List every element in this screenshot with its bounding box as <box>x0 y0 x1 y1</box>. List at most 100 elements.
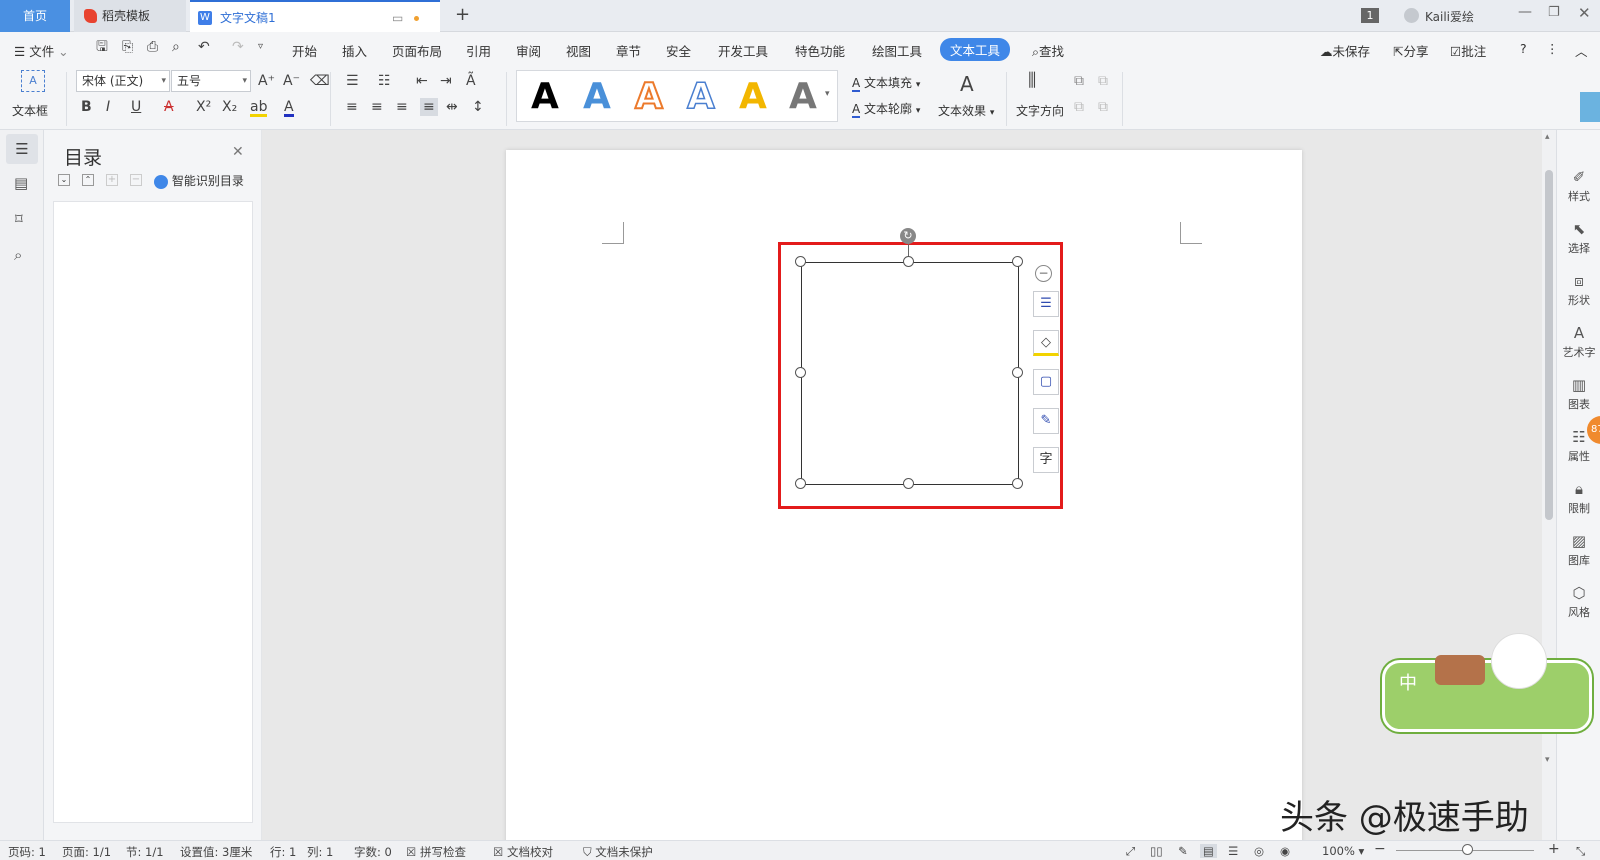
edit-view-icon[interactable]: ✎ <box>1178 844 1188 858</box>
grow-font-icon[interactable]: A⁺ <box>258 74 275 88</box>
menu-item-text-tools[interactable]: 文本工具 <box>940 38 1011 61</box>
save-icon[interactable]: 🖫 <box>96 40 108 54</box>
scroll-up-icon[interactable]: ▴ <box>1545 132 1550 142</box>
align-center-icon[interactable]: ≡ <box>371 100 383 114</box>
rotate-handle-icon[interactable]: ↻ <box>900 228 916 244</box>
status-words[interactable]: 字数: 0 <box>354 844 392 860</box>
text-wrap-char-icon[interactable]: 字 <box>1033 447 1059 473</box>
comment-button[interactable]: ☑批注 <box>1450 41 1486 60</box>
share-button[interactable]: ⇱分享 <box>1393 41 1429 60</box>
add-level-icon[interactable]: + <box>106 174 118 186</box>
superscript-icon[interactable]: X² <box>196 100 211 114</box>
web-view-icon[interactable]: ◎ <box>1254 844 1264 858</box>
menu-item-developer[interactable]: 开发工具 <box>718 41 768 60</box>
collapse-tools-icon[interactable]: − <box>1035 265 1052 282</box>
print-preview-icon[interactable]: ⌕ <box>172 40 180 54</box>
collapse-ribbon-icon[interactable]: ︿ <box>1575 41 1588 60</box>
quick-access-more-icon[interactable]: ▿ <box>258 42 263 52</box>
user-name[interactable]: Kaili爱绘 <box>1425 8 1474 25</box>
zoom-in-icon[interactable]: + <box>1548 841 1560 857</box>
scroll-down-icon[interactable]: ▾ <box>1545 755 1550 765</box>
next-textbox-icon[interactable]: ⧉ <box>1098 100 1108 114</box>
new-tab-button[interactable]: + <box>455 4 470 25</box>
text-direction-icon[interactable]: ⫼ <box>1028 72 1036 90</box>
distribute-icon[interactable]: ⇹ <box>446 100 458 114</box>
text-fill-button[interactable]: A 文本填充 ▾ <box>852 74 920 92</box>
text-effect-icon[interactable]: A <box>960 74 974 94</box>
zoom-slider-thumb[interactable] <box>1462 844 1473 855</box>
format-painter-icon[interactable]: ✎ <box>1033 408 1059 434</box>
style-blue-outline[interactable]: A <box>686 75 715 119</box>
tab-home[interactable]: 首页 <box>0 0 70 32</box>
spell-check-button[interactable]: ☒ 拼写检查 <box>406 844 466 860</box>
menu-item-features[interactable]: 特色功能 <box>795 41 845 60</box>
align-right-icon[interactable]: ≡ <box>396 100 408 114</box>
resize-handle[interactable] <box>795 256 806 267</box>
numbered-list-icon[interactable]: ☷ <box>378 74 391 88</box>
link-textbox-icon[interactable]: ⧉ <box>1074 74 1084 88</box>
undo-icon[interactable]: ↶ <box>198 40 210 54</box>
menu-item-home[interactable]: 开始 <box>292 41 317 60</box>
font-family-select[interactable]: 宋体 (正文) <box>76 70 170 92</box>
outline-nav-icon[interactable]: ▤ <box>14 174 28 192</box>
menu-item-chapter[interactable]: 章节 <box>616 41 641 60</box>
tab-template[interactable]: 稻壳模板 <box>74 0 186 32</box>
menu-item-review[interactable]: 审阅 <box>516 41 541 60</box>
export-icon[interactable]: ⎘ <box>122 40 133 54</box>
resize-handle[interactable] <box>795 478 806 489</box>
right-panel-select[interactable]: ⬉ 选择 <box>1557 220 1600 256</box>
textbox-button-label[interactable]: 文本框 <box>12 102 48 119</box>
fit-icon[interactable]: ⤡ <box>1576 844 1585 859</box>
toc-nav-button[interactable]: ☰ <box>6 134 38 164</box>
help-icon[interactable]: ? <box>1520 41 1527 56</box>
highlight-icon[interactable]: ab <box>250 100 268 117</box>
right-panel-gallery[interactable]: ▨ 图库 <box>1557 532 1600 568</box>
status-setting[interactable]: 设置值: 3厘米 <box>180 844 252 860</box>
align-left-icon[interactable]: ≡ <box>346 100 358 114</box>
decrease-indent-icon[interactable]: ⇤ <box>416 74 428 88</box>
underline-icon[interactable]: U <box>131 100 141 114</box>
text-box[interactable] <box>801 262 1019 485</box>
more-icon[interactable]: ⋮ <box>1546 41 1559 56</box>
status-pages[interactable]: 页面: 1/1 <box>62 844 111 860</box>
style-gold[interactable]: A <box>739 75 767 119</box>
unlink-textbox-icon[interactable]: ⧉ <box>1098 74 1108 88</box>
ime-sticker[interactable]: 中 <box>1382 633 1592 732</box>
status-page-no[interactable]: 页码: 1 <box>8 844 46 860</box>
wrap-text-icon[interactable]: ☰ <box>1033 291 1059 317</box>
restore-icon[interactable]: ❐ <box>1548 5 1560 20</box>
menu-item-insert[interactable]: 插入 <box>342 41 367 60</box>
resize-handle[interactable] <box>903 256 914 267</box>
side-promo-tab[interactable] <box>1580 92 1600 122</box>
proofread-button[interactable]: ☒ 文档校对 <box>493 844 553 860</box>
prev-textbox-icon[interactable]: ⧉ <box>1074 100 1084 114</box>
protect-button[interactable]: ⛉ 文档未保护 <box>583 844 653 860</box>
find-nav-icon[interactable]: ⌕ <box>14 246 22 264</box>
zoom-level[interactable]: 100% ▾ <box>1322 844 1364 858</box>
vertical-scrollbar[interactable]: ▴ ▾ <box>1542 130 1556 840</box>
right-panel-wordart[interactable]: A 艺术字 <box>1557 324 1600 360</box>
right-panel-shape[interactable]: ⧈ 形状 <box>1557 272 1600 308</box>
italic-icon[interactable]: I <box>106 100 110 114</box>
subscript-icon[interactable]: X₂ <box>222 100 237 114</box>
page-view-icon[interactable]: ▤ <box>1200 844 1217 858</box>
print-icon[interactable]: ⎙ <box>147 40 158 54</box>
text-transform-icon[interactable]: A͂ <box>466 74 476 88</box>
right-panel-chart[interactable]: ▥ 图表 <box>1557 376 1600 412</box>
search-command[interactable]: ⌕查找 <box>1032 41 1064 60</box>
redo-icon[interactable]: ↷ <box>232 40 244 54</box>
fullscreen-icon[interactable]: ⤢ <box>1126 844 1135 859</box>
right-panel-style[interactable]: ✐ 样式 <box>1557 168 1600 204</box>
scroll-thumb[interactable] <box>1545 170 1553 520</box>
bookmark-nav-icon[interactable]: ⌑ <box>15 210 23 228</box>
zoom-out-icon[interactable]: − <box>1374 841 1386 857</box>
collapse-all-icon[interactable]: ⌃ <box>82 174 94 186</box>
text-direction-button[interactable]: 文字方向 <box>1016 102 1064 119</box>
menu-item-references[interactable]: 引用 <box>466 41 491 60</box>
menu-item-security[interactable]: 安全 <box>666 41 691 60</box>
right-panel-theme[interactable]: ⬡ 风格 <box>1557 584 1600 620</box>
clear-format-icon[interactable]: ⌫ <box>310 74 330 88</box>
right-panel-restrict[interactable]: 🔒︎ 限制 <box>1557 480 1600 516</box>
menu-item-drawing-tools[interactable]: 绘图工具 <box>872 41 922 60</box>
menu-item-layout[interactable]: 页面布局 <box>392 41 442 60</box>
